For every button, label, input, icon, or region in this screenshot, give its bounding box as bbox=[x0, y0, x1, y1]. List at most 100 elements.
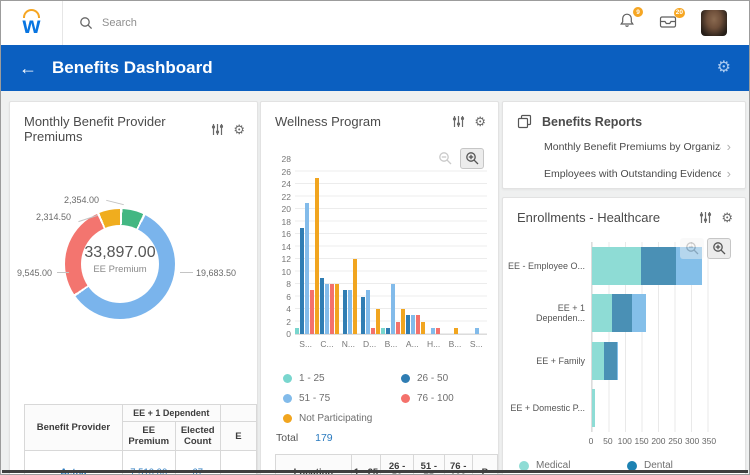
wellness-y-axis: 0 2 4 6 8 10 12 14 16 18 20 22 24 26 28 bbox=[271, 154, 293, 339]
legend-dot bbox=[627, 460, 637, 471]
bar-segment-Dental[interactable] bbox=[640, 246, 677, 285]
reports-icon bbox=[517, 114, 532, 129]
y-tick-label: 2 bbox=[286, 316, 291, 327]
bar-group bbox=[466, 160, 487, 334]
bar-26 - 50[interactable] bbox=[300, 227, 304, 334]
wellness-bars bbox=[295, 160, 487, 334]
bell-icon bbox=[620, 13, 634, 27]
bar-51 - 75[interactable] bbox=[347, 290, 352, 334]
workday-logo[interactable]: w bbox=[1, 1, 63, 45]
bar-segment-Medical[interactable] bbox=[592, 294, 613, 333]
bar-26 - 50[interactable] bbox=[360, 296, 365, 334]
y-tick-label: 20 bbox=[281, 204, 291, 214]
filter-sliders-icon[interactable] bbox=[452, 115, 465, 128]
profile-avatar[interactable] bbox=[701, 10, 727, 36]
bar-51 - 75[interactable] bbox=[474, 327, 479, 334]
bar-51 - 75[interactable] bbox=[410, 315, 415, 334]
enrollments-gear-icon[interactable]: ⚙ bbox=[721, 211, 733, 224]
col-partial-e: E bbox=[219, 421, 258, 451]
enrollments-plot bbox=[591, 242, 711, 432]
zoom-in-button[interactable] bbox=[460, 148, 484, 169]
report-link-row[interactable]: Employees with Outstanding Evidence of I… bbox=[503, 160, 745, 187]
bar-26 - 50[interactable] bbox=[405, 315, 410, 334]
bar-group bbox=[405, 160, 426, 334]
bar-segment-(legend cut off)[interactable] bbox=[616, 341, 619, 380]
legend-dot bbox=[401, 373, 410, 383]
stacked-bar-row bbox=[592, 337, 711, 385]
donut-total-value: 33,897.00 bbox=[84, 244, 156, 261]
premiums-gear-icon[interactable]: ⚙ bbox=[233, 123, 245, 136]
bar-51 - 75[interactable] bbox=[324, 284, 329, 334]
legend-item: 1 - 25 bbox=[283, 368, 401, 388]
bar-26 - 50[interactable] bbox=[385, 327, 390, 334]
x-tick-label: 350 bbox=[701, 436, 717, 446]
bar-76 - 100[interactable] bbox=[395, 321, 400, 334]
x-tick-label: 0 bbox=[588, 436, 594, 446]
page-header: ← Benefits Dashboard ⚙ bbox=[1, 45, 749, 91]
search-input[interactable] bbox=[102, 17, 402, 29]
bar-51 - 75[interactable] bbox=[431, 327, 436, 334]
bar-segment-Dental[interactable] bbox=[603, 341, 617, 380]
bar-segment-Medical[interactable] bbox=[592, 389, 595, 428]
bar-76 - 100[interactable] bbox=[415, 315, 420, 334]
filter-sliders-icon[interactable] bbox=[699, 211, 712, 224]
wellness-plot bbox=[295, 160, 487, 335]
zoom-out-button[interactable] bbox=[433, 148, 457, 169]
bar-76 - 100[interactable] bbox=[310, 290, 314, 334]
bar-Not Participating[interactable] bbox=[375, 309, 380, 334]
x-tick-label: 200 bbox=[651, 436, 666, 446]
bar-segment-(legend cut off)[interactable] bbox=[632, 294, 646, 333]
y-tick-label: 16 bbox=[281, 229, 291, 239]
x-tick-label: H... bbox=[427, 339, 441, 349]
bar-Not Participating[interactable] bbox=[420, 321, 425, 334]
bar-Not Participating[interactable] bbox=[352, 259, 357, 334]
bar-51 - 75[interactable] bbox=[365, 290, 370, 334]
bar-group bbox=[319, 160, 340, 334]
bar-Not Participating[interactable] bbox=[334, 284, 339, 334]
zoom-out-button[interactable] bbox=[680, 238, 704, 259]
report-link-row[interactable]: Monthly Benefit Premiums by Organization… bbox=[503, 133, 745, 160]
bar-group bbox=[340, 160, 361, 334]
enrollments-card-title: Enrollments - Healthcare bbox=[517, 210, 661, 225]
bar-51 - 75[interactable] bbox=[390, 284, 395, 334]
filter-sliders-icon[interactable] bbox=[211, 123, 224, 136]
bar-26 - 50[interactable] bbox=[319, 277, 324, 334]
wellness-x-labels: S... C... N... D... B... A... H... B... S... bbox=[295, 339, 487, 349]
inbox-button[interactable]: 20 bbox=[659, 7, 685, 34]
zoom-in-button[interactable] bbox=[707, 238, 731, 259]
y-tick-label: 6 bbox=[286, 291, 291, 302]
reports-card: Benefits Reports Monthly Benefit Premium… bbox=[502, 101, 746, 189]
bar-segment-Medical[interactable] bbox=[592, 341, 604, 380]
premiums-table: Benefit Provider EE + 1 Dependent EE Pre… bbox=[24, 404, 258, 474]
legend-dot bbox=[283, 373, 292, 383]
search-icon bbox=[80, 17, 93, 30]
enrollments-x-axis: 0 50 100 150 200 250 300 350 bbox=[588, 436, 716, 448]
wellness-gear-icon[interactable]: ⚙ bbox=[474, 115, 486, 128]
bar-1 - 25[interactable] bbox=[295, 327, 299, 334]
bar-26 - 50[interactable] bbox=[342, 290, 347, 334]
bar-1 - 25[interactable] bbox=[380, 327, 385, 334]
page-title: Benefits Dashboard bbox=[52, 58, 213, 77]
x-tick-label: B... bbox=[448, 339, 462, 349]
notifications-button[interactable]: 9 bbox=[619, 7, 643, 34]
bar-76 - 100[interactable] bbox=[370, 327, 375, 334]
bar-51 - 75[interactable] bbox=[305, 202, 309, 334]
y-tick-label: 14 bbox=[281, 241, 291, 252]
y-tick-label: 0 bbox=[286, 329, 291, 339]
bar-segment-Medical[interactable] bbox=[592, 246, 641, 285]
dashboard-settings-gear-icon[interactable]: ⚙ bbox=[717, 60, 731, 76]
y-tick-label: 12 bbox=[281, 254, 291, 264]
bar-segment-Dental[interactable] bbox=[612, 294, 633, 333]
x-tick-label: S... bbox=[299, 339, 313, 349]
bar-76 - 100[interactable] bbox=[436, 327, 441, 334]
x-tick-label: 50 bbox=[603, 436, 613, 446]
enrollments-category-labels: EE - Employee O... EE + 1 Dependen... EE +… bbox=[507, 242, 585, 432]
bar-76 - 100[interactable] bbox=[329, 284, 334, 334]
bar-group bbox=[295, 160, 319, 334]
total-value-link[interactable]: 179 bbox=[315, 432, 333, 444]
donut-label-orange: 2,314.50 bbox=[36, 212, 72, 222]
bar-Not Participating[interactable] bbox=[454, 327, 459, 334]
wellness-card-title: Wellness Program bbox=[275, 114, 381, 129]
chevron-right-icon: › bbox=[726, 139, 731, 154]
back-button[interactable]: ← bbox=[19, 58, 37, 79]
